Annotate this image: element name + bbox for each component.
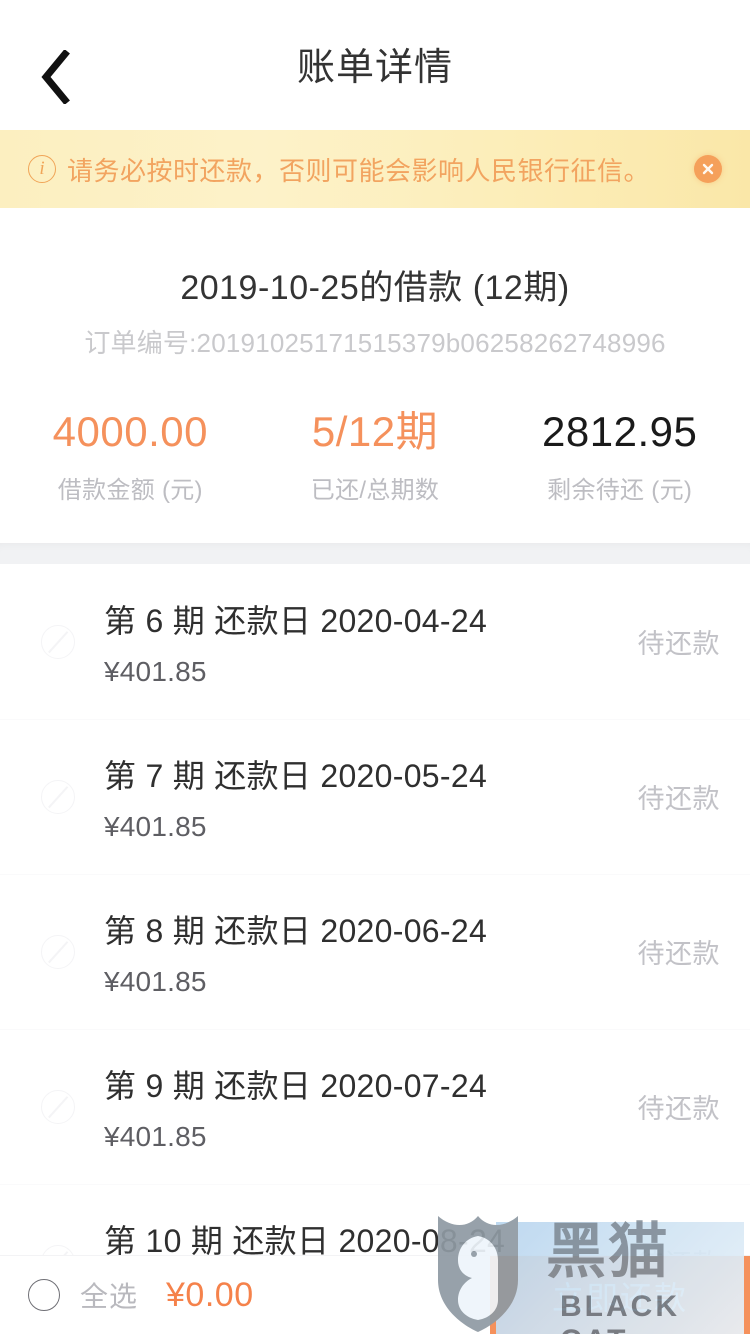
row-content: 第 6 期 还款日 2020-04-24 ¥401.85: [94, 596, 638, 688]
installment-title: 第 7 期 还款日 2020-05-24: [104, 757, 488, 794]
stat-remaining-due: 2812.95 剩余待还 (元): [497, 408, 742, 505]
installment-title: 第 6 期 还款日 2020-04-24: [104, 602, 488, 639]
row-content: 第 7 期 还款日 2020-05-24 ¥401.85: [94, 751, 638, 843]
disabled-circle-slash-icon: [41, 934, 75, 969]
loan-title: 2019-10-25的借款 (12期): [180, 269, 570, 307]
stat-value: 4000.00: [52, 408, 208, 455]
select-all-label: 全选: [80, 1281, 139, 1312]
warning-banner-text: 请务必按时还款，否则可能会影响人民银行征信。: [67, 155, 651, 186]
row-checkbox: [22, 624, 94, 659]
banner-close-button[interactable]: [694, 155, 722, 183]
summary-stats: 4000.00 借款金额 (元) 5/12期 已还/总期数 2812.95 剩余…: [0, 408, 750, 505]
select-all-toggle[interactable]: 全选: [0, 1275, 138, 1315]
disabled-circle-slash-icon: [41, 779, 75, 814]
stat-value: 2812.95: [542, 408, 698, 455]
page-title: 账单详情: [296, 46, 453, 89]
installment-row[interactable]: 第 8 期 还款日 2020-06-24 ¥401.85 待还款: [0, 874, 750, 1030]
row-content: 第 9 期 还款日 2020-07-24 ¥401.85: [94, 1061, 638, 1153]
stat-label: 借款金额 (元): [57, 477, 203, 505]
order-number: 订单编号:20191025171515379b06258262748996: [84, 328, 666, 358]
bill-detail-screen: 账单详情 i 请务必按时还款，否则可能会影响人民银行征信。 2019-10-25…: [0, 0, 750, 1334]
installment-amount: ¥401.85: [104, 810, 207, 842]
status-badge: 待还款: [637, 629, 720, 660]
installment-list: 第 6 期 还款日 2020-04-24 ¥401.85 待还款 第 7 期 还…: [0, 564, 750, 1334]
row-checkbox: [22, 779, 94, 814]
stat-value: 5/12期: [311, 408, 439, 455]
stat-loan-amount: 4000.00 借款金额 (元): [8, 408, 253, 505]
status-badge: 待还款: [637, 784, 720, 815]
installment-amount: ¥401.85: [104, 1120, 207, 1152]
bottom-action-bar: 全选 ¥0.00 立即还款: [0, 1255, 750, 1334]
installment-amount: ¥401.85: [104, 655, 207, 687]
installment-title: 第 9 期 还款日 2020-07-24: [104, 1067, 488, 1104]
row-checkbox: [22, 1089, 94, 1124]
status-badge: 待还款: [637, 939, 720, 970]
chevron-left-icon: [39, 50, 73, 104]
disabled-circle-slash-icon: [41, 624, 75, 659]
installment-amount: ¥401.85: [104, 965, 207, 997]
installment-title: 第 8 期 还款日 2020-06-24: [104, 912, 488, 949]
status-badge: 待还款: [637, 1094, 720, 1125]
total-amount: ¥0.00: [166, 1275, 254, 1314]
back-button[interactable]: [18, 42, 94, 112]
installment-row[interactable]: 第 7 期 还款日 2020-05-24 ¥401.85 待还款: [0, 719, 750, 875]
warning-banner: i 请务必按时还款，否则可能会影响人民银行征信。: [0, 130, 750, 208]
row-checkbox: [22, 934, 94, 969]
checkbox-unchecked-icon[interactable]: [28, 1279, 60, 1311]
installment-row[interactable]: 第 6 期 还款日 2020-04-24 ¥401.85 待还款: [0, 564, 750, 720]
loan-summary: 2019-10-25的借款 (12期) 订单编号:201910251715153…: [0, 208, 750, 506]
stat-label: 剩余待还 (元): [547, 477, 693, 505]
app-header: 账单详情: [0, 0, 750, 130]
section-divider: [0, 543, 750, 565]
close-icon: [700, 161, 716, 177]
info-circle-icon: i: [28, 155, 56, 183]
stat-label: 已还/总期数: [310, 477, 440, 505]
stat-periods-paid: 5/12期 已还/总期数: [253, 408, 498, 505]
disabled-circle-slash-icon: [41, 1089, 75, 1124]
row-content: 第 8 期 还款日 2020-06-24 ¥401.85: [94, 906, 638, 998]
repay-now-button[interactable]: 立即还款: [490, 1256, 750, 1334]
installment-row[interactable]: 第 9 期 还款日 2020-07-24 ¥401.85 待还款: [0, 1029, 750, 1185]
